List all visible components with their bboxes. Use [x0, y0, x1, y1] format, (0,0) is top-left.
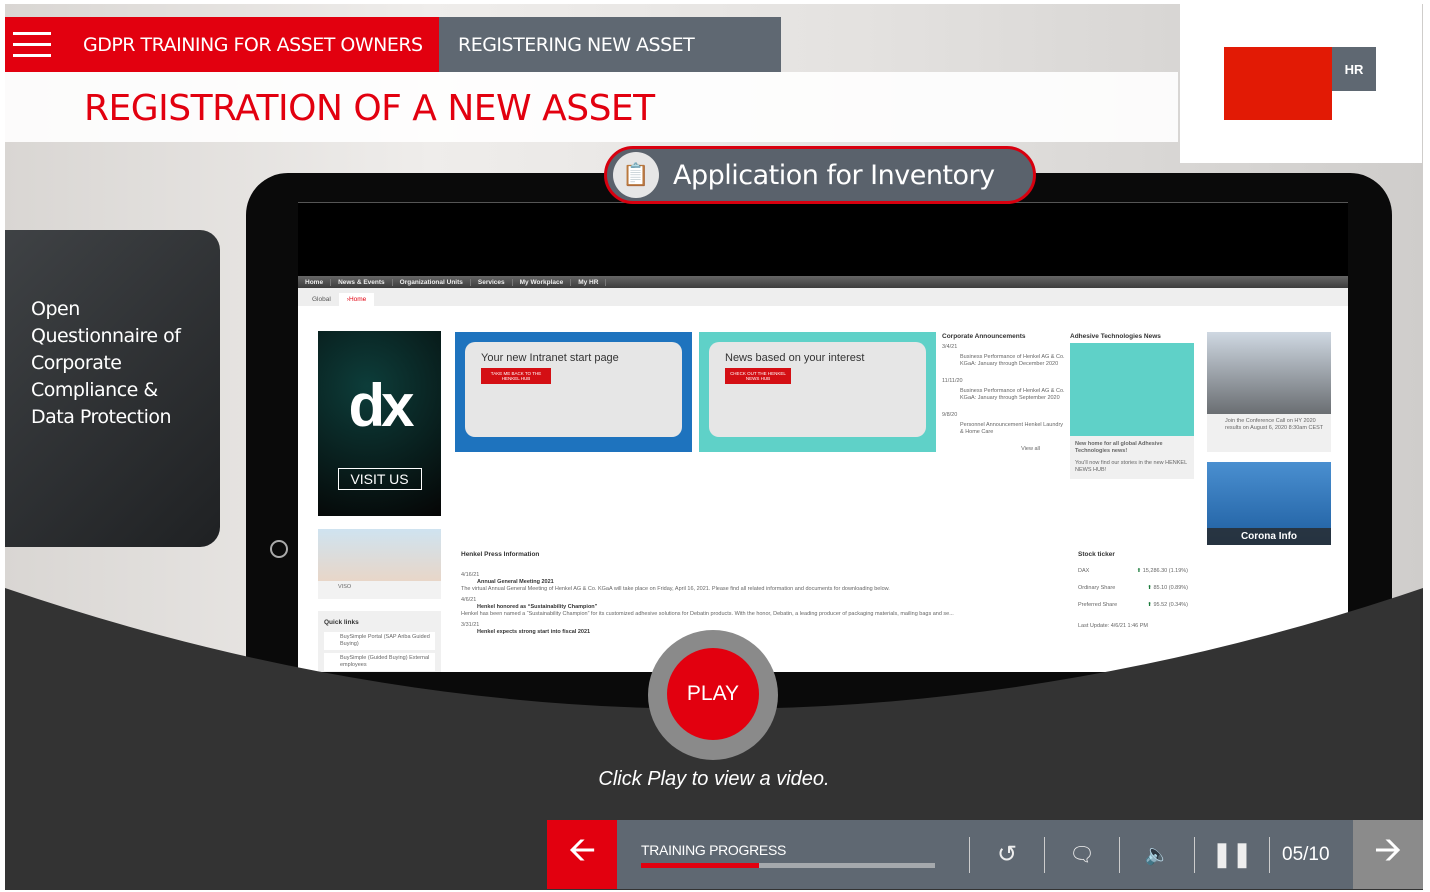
logo: HR — [1180, 4, 1422, 163]
play-button[interactable]: PLAY — [667, 648, 759, 740]
tab-home: ›Home — [338, 293, 375, 306]
date: 4/16/21 — [461, 572, 480, 578]
corona-info-tile: Corona Info — [1207, 462, 1331, 545]
progress-label: TRAINING PROGRESS — [641, 841, 787, 858]
stock-change: (1.19%) — [1168, 568, 1188, 574]
date: 11/11/20 — [942, 378, 963, 384]
page-title: REGISTRATION OF A NEW ASSET — [84, 88, 655, 129]
course-title: GDPR TRAINING FOR ASSET OWNERS — [83, 33, 423, 56]
replay-icon[interactable]: ↺ — [970, 840, 1044, 869]
arrow-left-icon: 🡨 — [568, 831, 596, 869]
menu-icon[interactable] — [13, 32, 51, 57]
questionnaire-panel[interactable]: Open Questionnaire of Corporate Complian… — [5, 230, 220, 547]
next-button[interactable]: 🡪 — [1353, 820, 1423, 889]
training-progress: TRAINING PROGRESS — [641, 842, 935, 868]
announcement-link: Business Performance of Henkel AG & Co. … — [960, 388, 1065, 401]
banner-title: Your new Intranet start page — [481, 352, 619, 364]
tablet-home-button-icon — [270, 540, 288, 558]
tab-global: Global — [312, 296, 331, 303]
progress-fill — [641, 862, 759, 868]
nav-item: My HR — [571, 278, 607, 286]
section-title: REGISTERING NEW ASSET — [439, 17, 781, 72]
course-header: GDPR TRAINING FOR ASSET OWNERS — [5, 17, 439, 72]
corona-label: Corona Info — [1207, 528, 1331, 545]
pause-icon[interactable]: ❚❚ — [1195, 840, 1269, 869]
adhesive-news: Adhesive Technologies News New home for … — [1070, 333, 1194, 479]
nav-item: My Workplace — [513, 278, 572, 286]
banner-cta: TAKE ME BACK TO THE HENKEL HUB — [481, 368, 551, 384]
page-counter: 05/10 — [1282, 843, 1330, 865]
view-all-link: View all — [1021, 446, 1040, 452]
announcement-link: Personnel Announcement Henkel Laundry & … — [960, 422, 1064, 435]
arrow-right-icon: 🡪 — [1374, 831, 1402, 869]
nav-item: News & Events — [331, 278, 393, 286]
previous-button[interactable]: 🡨 — [547, 820, 617, 889]
adhesive-text: You'll now find our stories in the new H… — [1075, 460, 1187, 473]
banner-intranet: Your new Intranet start page TAKE ME BAC… — [455, 332, 692, 452]
date: 9/8/20 — [942, 412, 958, 418]
banner-title: News based on your interest — [725, 352, 865, 364]
banner-cta: CHECK OUT THE HENKEL NEWS HUB — [725, 368, 791, 384]
conference-tile: Join the Conference Call on HY 2020 resu… — [1207, 332, 1331, 452]
section-heading: Stock ticker — [1078, 551, 1115, 558]
dx-tile: dx VISIT US — [318, 331, 441, 516]
visit-us-button: VISIT US — [337, 468, 422, 490]
stock-name: DAX — [1078, 568, 1090, 574]
announcement-link: Business Performance of Henkel AG & Co. … — [960, 354, 1065, 367]
clipboard-inventory-icon: 📋 — [613, 152, 659, 198]
section-heading: Henkel Press Information — [461, 551, 540, 558]
nav-item: Home — [298, 278, 332, 286]
nav-item: Services — [471, 278, 513, 286]
questionnaire-link[interactable]: Open Questionnaire of Corporate Complian… — [31, 296, 201, 431]
captions-icon[interactable]: 🗨 — [1045, 842, 1119, 867]
section-heading: Adhesive Technologies News — [1070, 333, 1161, 340]
application-pill: 📋 Application for Inventory — [604, 146, 1036, 204]
play-caption: Click Play to view a video. — [598, 768, 830, 790]
date: 3/4/21 — [942, 344, 958, 350]
nav-item: Organizational Units — [393, 278, 471, 286]
pill-label: Application for Inventory — [673, 159, 995, 191]
dx-logo: dx — [348, 372, 414, 439]
player-controls: 🡨 TRAINING PROGRESS ↺ 🗨 🔈 ❚❚ 05/10 🡪 — [547, 820, 1423, 889]
section-heading: Corporate Announcements — [942, 333, 1026, 340]
intranet-nav: Home News & Events Organizational Units Ser… — [298, 276, 1348, 288]
volume-icon[interactable]: 🔈 — [1120, 842, 1194, 867]
adhesive-link: New home for all global Adhesive Technol… — [1075, 441, 1163, 454]
hr-badge: HR — [1332, 47, 1376, 91]
banner-news: News based on your interest CHECK OUT TH… — [699, 332, 936, 452]
stock-value: 15,286.30 — [1142, 568, 1168, 574]
corporate-announcements: Corporate Announcements 3/4/21 Business … — [942, 333, 1066, 453]
conference-link: Join the Conference Call on HY 2020 resu… — [1225, 418, 1324, 431]
